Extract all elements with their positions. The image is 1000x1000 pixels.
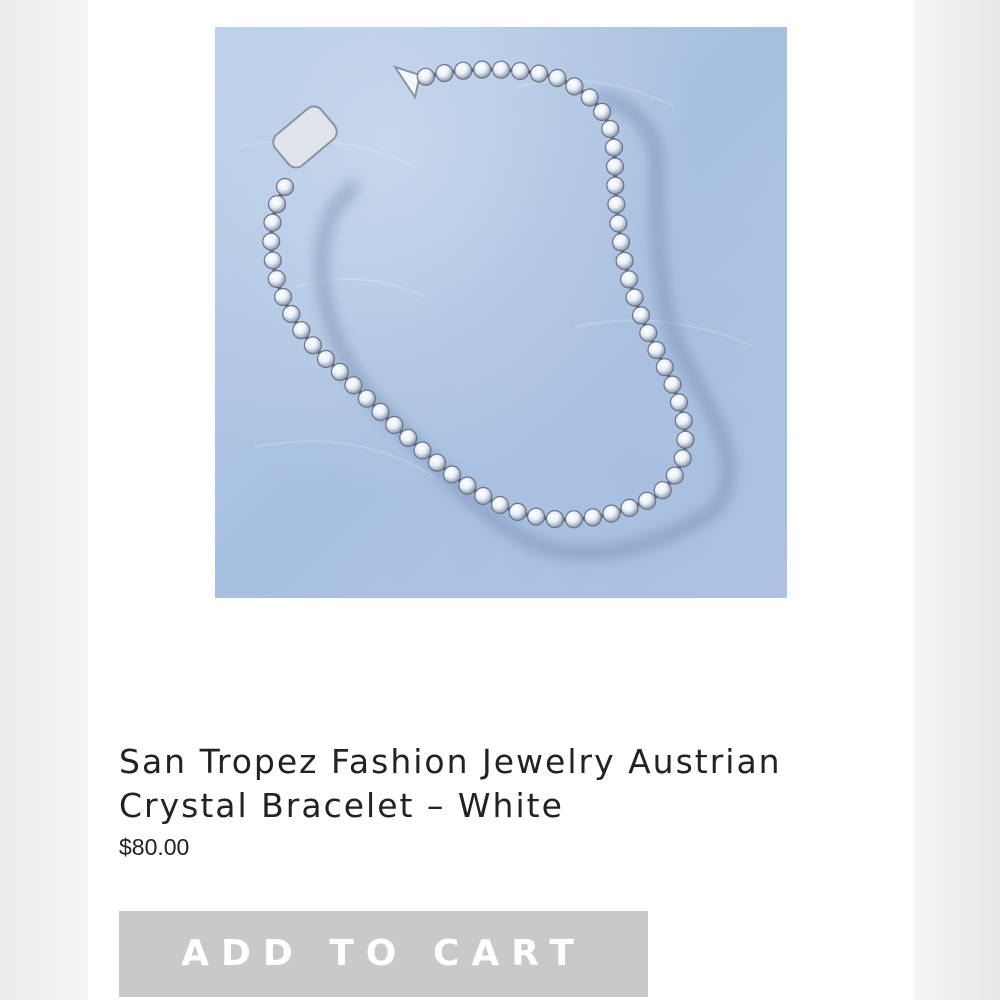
crystal-gem	[399, 428, 418, 447]
page-margin-left	[0, 0, 88, 1000]
crystal-gem	[357, 389, 376, 408]
crystal-gem	[548, 68, 567, 88]
crystal-gem	[583, 508, 602, 527]
crystal-gem	[344, 376, 363, 395]
crystal-gem	[607, 195, 626, 214]
crystal-gem	[508, 502, 527, 521]
crystal-gem	[620, 498, 639, 517]
crystal-gem	[427, 453, 447, 472]
crystal-gem	[564, 510, 583, 529]
crystal-gem	[330, 362, 350, 381]
crystal-gem	[527, 507, 546, 526]
crystal-gem	[416, 67, 435, 86]
clasp-shape	[272, 65, 422, 169]
crystal-gem	[435, 63, 454, 83]
crystal-gem	[458, 476, 477, 495]
product-price: $80.00	[119, 834, 190, 860]
crystal-gem	[669, 393, 689, 412]
crystal-gem	[615, 251, 634, 270]
crystal-gem	[273, 287, 293, 307]
crystal-gem	[442, 465, 462, 484]
crystal-gem	[545, 510, 564, 529]
crystal-gem	[413, 441, 432, 460]
add-to-cart-button[interactable]: ADD TO CART	[119, 911, 648, 997]
product-image[interactable]	[215, 27, 787, 598]
crystal-gem	[262, 232, 281, 251]
crystal-gem	[267, 195, 287, 214]
crystal-gem	[529, 64, 549, 83]
crystal-gem	[263, 213, 282, 232]
crystal-gem	[511, 61, 530, 81]
crystal-gem	[674, 411, 693, 430]
crystal-gem	[606, 176, 625, 195]
crystal-gem	[492, 60, 511, 79]
crystal-gem	[473, 60, 492, 79]
crystal-gem	[593, 102, 612, 122]
crystal-gem	[565, 77, 584, 96]
crystal-gem	[655, 358, 674, 377]
crystal-gem	[303, 336, 323, 355]
crystal-gem	[620, 270, 639, 289]
crystal-gem	[385, 415, 404, 435]
crystal-gem	[653, 481, 672, 500]
crystal-gem	[267, 269, 286, 289]
crystal-gem	[663, 375, 682, 394]
product-title: San Tropez Fashion Jewelry Austrian Crys…	[119, 742, 782, 825]
crystal-gem	[604, 138, 624, 157]
crystal-gem	[638, 491, 657, 510]
crystal-gem	[316, 349, 336, 369]
product-card: San Tropez Fashion Jewelry Austrian Crys…	[88, 0, 914, 1000]
crystal-gem	[282, 305, 301, 324]
crystal-gem	[631, 306, 651, 325]
crystal-gem	[665, 466, 684, 485]
crystal-gem	[673, 449, 692, 468]
crystal-gem	[611, 233, 631, 252]
crystal-gem	[454, 61, 473, 80]
crystal-gem	[275, 177, 295, 197]
crystal-gem	[371, 402, 390, 421]
crystal-gem	[602, 504, 621, 523]
page-margin-right	[914, 0, 1000, 1000]
crystal-gem	[639, 323, 658, 343]
crystal-gem	[474, 486, 493, 506]
crystal-gem	[625, 288, 644, 307]
crystal-gem	[580, 88, 599, 107]
crystal-gem	[605, 157, 625, 176]
crystal-gem	[490, 495, 510, 515]
crystal-gem	[609, 214, 628, 233]
crystal-gem	[263, 251, 282, 270]
crystal-gem	[647, 341, 666, 360]
crystal-gem	[676, 430, 695, 449]
bracelet-illustration	[234, 60, 756, 561]
crystal-gem	[601, 119, 620, 139]
crystal-gem	[292, 321, 311, 340]
